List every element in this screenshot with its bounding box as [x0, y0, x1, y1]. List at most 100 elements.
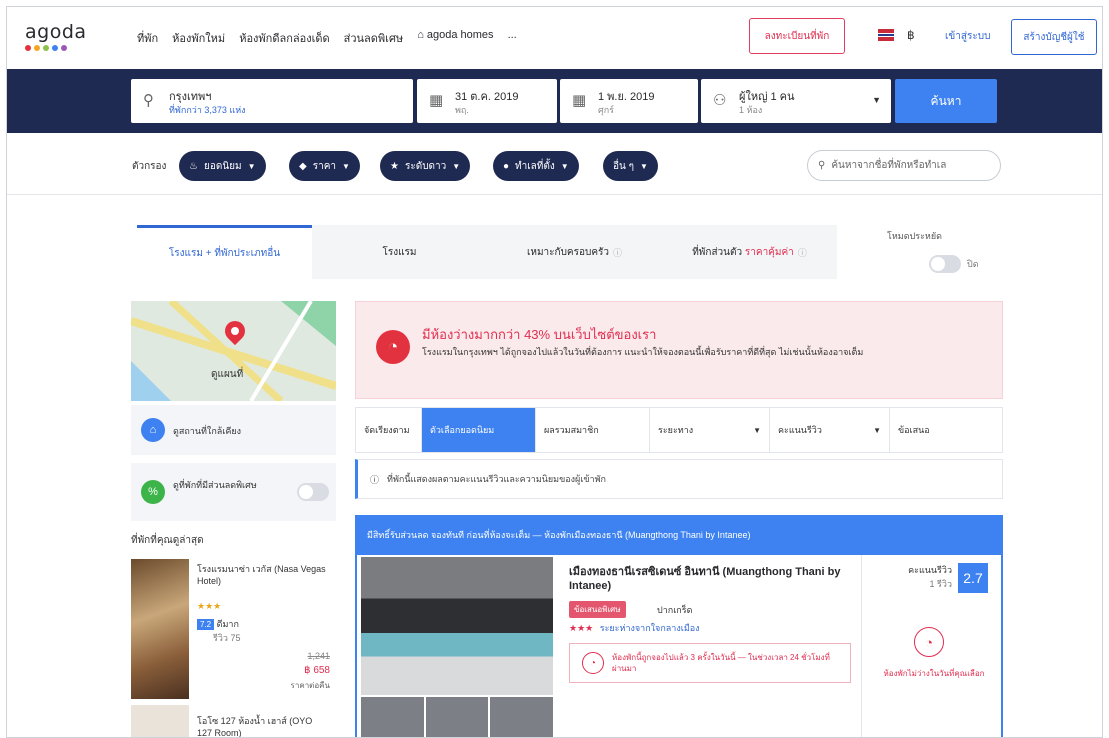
logo-dot: [25, 45, 31, 51]
promo-banner[interactable]: มีสิทธิ์รับส่วนลด จองทันที ก่อนที่ห้องจะ…: [355, 515, 1003, 555]
nav-link-discounts[interactable]: ส่วนลดพิเศษ: [344, 29, 404, 47]
create-account-button[interactable]: สร้างบัญชีผู้ใช้: [1011, 19, 1097, 55]
discount-icon: %: [141, 480, 165, 504]
guests-field[interactable]: ⚇ ผู้ใหญ่ 1 คน 1 ห้อง ▼: [701, 79, 891, 123]
currency-selector[interactable]: ฿: [907, 28, 915, 42]
sort-cheapest-label: ระยะทาง: [658, 425, 694, 435]
logo-text: agoda: [25, 21, 87, 43]
filter-popular[interactable]: ♨ ยอดนิยม ▼: [179, 151, 266, 181]
filter-more[interactable]: อื่น ๆ ▼: [603, 151, 658, 181]
filter-stars[interactable]: ★ ระดับดาว ▼: [380, 151, 471, 181]
property-title[interactable]: เมืองทองธานีเรสซิเดนซ์ อินทานี (Muangtho…: [569, 565, 859, 593]
saving-mode-label: โหมดประหยัด: [887, 231, 942, 241]
sort-deals[interactable]: ข้อเสนอ: [890, 408, 1002, 452]
clock-icon: ◔: [914, 627, 944, 657]
info-icon: ⓘ: [370, 474, 380, 485]
recent-property[interactable]: โอโซ 127 ห้องน้ำ เฮาส์ (OYO 127 Room): [131, 705, 336, 737]
chevron-down-icon: ▼: [247, 161, 256, 171]
landmark-icon: ⌂: [141, 418, 165, 442]
logo-dot: [34, 45, 40, 51]
deal-tag: ข้อเสนอพิเศษ: [569, 601, 626, 618]
search-icon: ⚲: [818, 160, 826, 171]
destination-field[interactable]: ⚲ กรุงเทพฯ ที่พักกว่า 3,373 แห่ง: [131, 79, 413, 123]
sort-members[interactable]: ผลรวมสมาชิก: [536, 408, 650, 452]
tab-private[interactable]: ที่พักส่วนตัว ราคาคุ้มค่า ⓘ: [662, 225, 837, 279]
saving-mode-toggle[interactable]: [929, 255, 961, 273]
chevron-down-icon: ▼: [342, 161, 350, 171]
thumbnail[interactable]: [425, 697, 489, 737]
location-icon: ●: [503, 160, 510, 172]
sort-cheapest[interactable]: ระยะทาง ▼: [650, 408, 770, 452]
list-property-button[interactable]: ลงทะเบียนที่พัก: [749, 18, 845, 54]
tab-all[interactable]: โรงแรม + ที่พักประเภทอื่น: [137, 225, 312, 279]
sign-in-link[interactable]: เข้าสู่ระบบ: [945, 29, 990, 44]
nearby-label: ดูสถานที่ใกล้เคียง: [173, 426, 242, 436]
nav-more[interactable]: ...: [508, 29, 517, 47]
tab-family[interactable]: เหมาะกับครอบครัว ⓘ: [487, 225, 662, 279]
property-card[interactable]: เมืองทองธานีเรสซิเดนซ์ อินทานี (Muangtho…: [355, 555, 1003, 737]
info-icon: ⓘ: [613, 247, 623, 258]
location-link[interactable]: ระยะห่างจากใจกลางเมือง: [600, 623, 700, 633]
filter-row: ตัวกรอง ♨ ยอดนิยม ▼ ◆ ราคา ▼ ★ ระดับดาว ▼ ● ทำเ…: [7, 133, 1102, 195]
calendar-icon: ▦: [572, 92, 587, 109]
property-area[interactable]: ปากเกร็ด: [657, 603, 692, 617]
nav-link-hotels[interactable]: ที่พัก: [137, 29, 158, 47]
chevron-down-icon: ▼: [873, 425, 881, 435]
search-button[interactable]: ค้นหา: [895, 79, 997, 123]
thai-flag-icon[interactable]: [878, 29, 894, 41]
info-row-text: ที่พักนี้แสดงผลตามคะแนนรีวิวและความนิยมข…: [387, 474, 606, 484]
checkin-field[interactable]: ▦ 31 ต.ค. 2019 พฤ.: [417, 79, 557, 123]
map-preview[interactable]: ดูแผนที่: [131, 301, 336, 401]
property-thumbnails: [361, 697, 554, 737]
score-label: คะแนนรีวิว 1 รีวิว: [892, 563, 952, 591]
agoda-logo[interactable]: agoda: [25, 21, 87, 51]
logo-dot: [43, 45, 49, 51]
search-bar: ⚲ กรุงเทพฯ ที่พักกว่า 3,373 แห่ง ▦ 31 ต.…: [7, 69, 1102, 133]
property-score-panel: คะแนนรีวิว 1 รีวิว 2.7 ◔ ห้องพักไม่ว่างใ…: [861, 555, 1003, 737]
availability-alert: ◔ มีห้องว่างมากกว่า 43% บนเว็บไซต์ของเรา…: [355, 301, 1003, 399]
tab-hotels[interactable]: โรงแรม: [312, 225, 487, 279]
nearby-card[interactable]: ⌂ ดูสถานที่ใกล้เคียง: [131, 405, 336, 455]
thumbnail[interactable]: [490, 697, 554, 737]
checkout-field[interactable]: ▦ 1 พ.ย. 2019 ศุกร์: [560, 79, 698, 123]
deals-toggle-card: % ดูที่พักที่มีส่วนลดพิเศษ: [131, 463, 336, 521]
deals-toggle-label: ดูที่พักที่มีส่วนลดพิเศษ: [173, 480, 257, 490]
chevron-down-icon: ▼: [640, 161, 648, 171]
top-nav: agoda ที่พัก ห้องพักใหม่ ห้องพักดีลกล่อง…: [7, 7, 1102, 69]
info-icon: ⓘ: [797, 247, 807, 258]
property-search-placeholder: ค้นหาจากชื่อที่พักหรือทำเล: [831, 160, 947, 171]
nav-link-homes[interactable]: ⌂ agoda homes: [417, 29, 493, 47]
score-label-text: คะแนนรีวิว: [908, 565, 952, 575]
logo-dot: [61, 45, 67, 51]
recent-property-image: [131, 705, 189, 737]
score-badge: 7.2: [197, 619, 215, 630]
recent-property-stars: ★★★: [197, 601, 222, 611]
property-search-input[interactable]: ⚲ ค้นหาจากชื่อที่พักหรือทำเล: [807, 150, 1001, 181]
clock-icon: ◔: [582, 652, 604, 674]
sort-popular[interactable]: ตัวเลือกยอดนิยม: [422, 408, 536, 452]
sort-bar: จัดเรียงตาม ตัวเลือกยอดนิยม ผลรวมสมาชิก …: [355, 407, 1003, 453]
tab-family-label: เหมาะกับครอบครัว: [526, 246, 610, 258]
star-icon: ★: [390, 160, 399, 172]
chevron-down-icon: ▼: [452, 161, 461, 171]
filter-price[interactable]: ◆ ราคา ▼: [289, 151, 360, 181]
recent-property[interactable]: โรงแรมนาซ่า เวกัส (Nasa Vegas Hotel) ★★★…: [131, 559, 336, 699]
nav-link-new[interactable]: ห้องพักใหม่: [172, 29, 225, 47]
property-type-tabs: โรงแรม + ที่พักประเภทอื่น โรงแรม เหมาะกั…: [137, 225, 837, 279]
filter-location[interactable]: ● ทำเลที่ตั้ง ▼: [493, 151, 579, 181]
recent-property-image: [131, 559, 189, 699]
deals-toggle[interactable]: [297, 483, 329, 501]
current-price: ฿ 658: [304, 665, 330, 676]
fire-icon: ♨: [189, 160, 198, 172]
recent-property-score: 7.2 ดีมาก: [197, 617, 239, 631]
browser-frame: agoda ที่พัก ห้องพักใหม่ ห้องพักดีลกล่อง…: [6, 6, 1103, 738]
property-photo[interactable]: [361, 557, 553, 695]
thumbnail[interactable]: [361, 697, 424, 737]
nav-link-deals[interactable]: ห้องพักดีลกล่องเด็ด: [239, 29, 329, 47]
calendar-icon: ▦: [429, 92, 444, 109]
sort-reviews[interactable]: คะแนนรีวิว ▼: [770, 408, 890, 452]
saving-mode-state: ปิด: [967, 259, 979, 269]
logo-dot: [52, 45, 58, 51]
map-label: ดูแผนที่: [211, 369, 244, 380]
alert-title: มีห้องว่างมากกว่า 43% บนเว็บไซต์ของเรา: [422, 327, 657, 342]
